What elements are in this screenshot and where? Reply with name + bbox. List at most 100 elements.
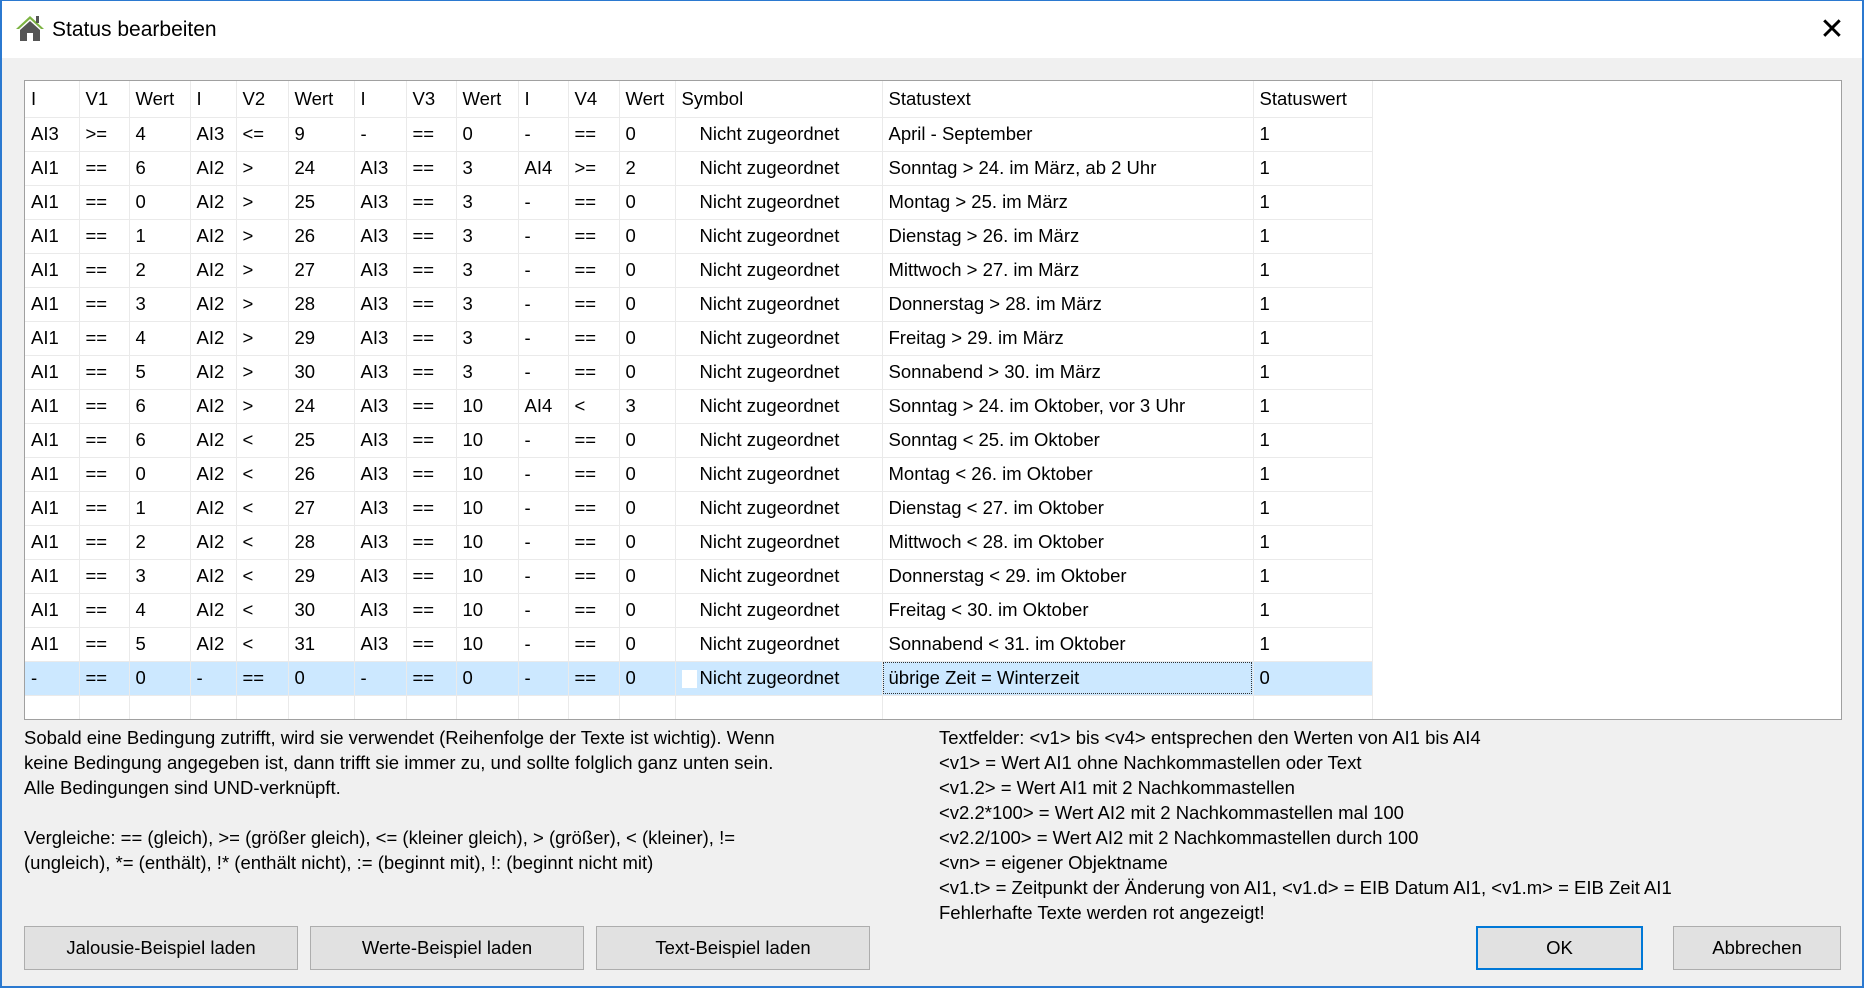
cell-input[interactable]: - xyxy=(518,661,569,696)
cell-input[interactable]: - xyxy=(190,661,237,696)
cell-operator[interactable]: < xyxy=(236,423,289,458)
cell-operator[interactable]: == xyxy=(406,355,457,390)
cell-symbol[interactable]: Nicht zugeordnet xyxy=(675,627,883,662)
cell-status-text[interactable]: Sonnabend < 31. im Oktober xyxy=(882,627,1254,662)
cell-status-text[interactable]: Sonnabend > 30. im März xyxy=(882,355,1254,390)
cell-value[interactable]: 30 xyxy=(288,355,355,390)
cell-input[interactable]: AI1 xyxy=(25,627,80,662)
cell-status-text[interactable]: Montag < 26. im Oktober xyxy=(882,457,1254,492)
cell-input[interactable]: - xyxy=(518,355,569,390)
cell-operator[interactable]: > xyxy=(236,321,289,356)
cell-value[interactable]: 10 xyxy=(456,457,519,492)
cell-value[interactable]: 28 xyxy=(288,287,355,322)
cell-operator[interactable]: == xyxy=(79,219,130,254)
cell-value[interactable]: 26 xyxy=(288,219,355,254)
cell-value[interactable]: 31 xyxy=(288,627,355,662)
cell-operator[interactable]: == xyxy=(79,355,130,390)
cell-operator[interactable]: > xyxy=(236,151,289,186)
cell-value[interactable]: 3 xyxy=(619,389,676,424)
cell-value[interactable]: 3 xyxy=(456,287,519,322)
empty-cell[interactable] xyxy=(236,695,289,719)
cell-input[interactable]: AI3 xyxy=(354,219,407,254)
cell-value[interactable]: 0 xyxy=(288,661,355,696)
cell-value[interactable]: 0 xyxy=(619,627,676,662)
column-header-operator[interactable]: V2 xyxy=(236,81,289,118)
empty-cell[interactable] xyxy=(25,695,80,719)
cell-operator[interactable]: == xyxy=(568,423,620,458)
cell-value[interactable]: 3 xyxy=(456,151,519,186)
cell-value[interactable]: 0 xyxy=(619,559,676,594)
cell-input[interactable]: AI2 xyxy=(190,355,237,390)
cell-operator[interactable]: < xyxy=(236,491,289,526)
cell-status-text[interactable]: Sonntag > 24. im Oktober, vor 3 Uhr xyxy=(882,389,1254,424)
cell-operator[interactable]: == xyxy=(568,627,620,662)
cell-value[interactable]: 0 xyxy=(619,525,676,560)
cell-input[interactable]: - xyxy=(518,253,569,288)
cell-operator[interactable]: == xyxy=(406,627,457,662)
cell-input[interactable]: AI2 xyxy=(190,287,237,322)
cell-input[interactable]: AI1 xyxy=(25,253,80,288)
cell-value[interactable]: 1 xyxy=(129,219,191,254)
cell-input[interactable]: AI2 xyxy=(190,593,237,628)
cell-operator[interactable]: == xyxy=(406,559,457,594)
cell-operator[interactable]: == xyxy=(79,661,130,696)
close-button[interactable]: ✕ xyxy=(1802,1,1862,58)
cell-symbol[interactable]: Nicht zugeordnet xyxy=(675,253,883,288)
cell-input[interactable]: AI3 xyxy=(354,491,407,526)
cell-value[interactable]: 0 xyxy=(619,219,676,254)
table-row[interactable]: AI1 == 3 AI2 >28 AI3 == 3- == 0 Nicht zugeordnet Do… xyxy=(25,287,1373,322)
cell-input[interactable]: - xyxy=(354,117,407,152)
cell-operator[interactable]: == xyxy=(568,457,620,492)
column-header-status-value[interactable]: Statuswert xyxy=(1253,81,1373,118)
cell-operator[interactable]: == xyxy=(79,185,130,220)
load-values-example-button[interactable]: Werte-Beispiel laden xyxy=(310,926,584,970)
column-header-input[interactable]: I xyxy=(518,81,569,118)
cell-value[interactable]: 2 xyxy=(129,525,191,560)
table-row[interactable]: AI1 == 2 AI2 >27 AI3 == 3- == 0 Nicht zugeordnet Mi… xyxy=(25,253,1373,288)
cell-operator[interactable]: == xyxy=(79,389,130,424)
cell-input[interactable]: - xyxy=(518,321,569,356)
cell-input[interactable]: AI3 xyxy=(354,457,407,492)
cell-value[interactable]: 25 xyxy=(288,423,355,458)
cell-operator[interactable]: == xyxy=(568,593,620,628)
cell-operator[interactable]: == xyxy=(79,321,130,356)
cell-status-value[interactable]: 1 xyxy=(1253,117,1373,152)
column-header-operator[interactable]: V1 xyxy=(79,81,130,118)
cell-input[interactable]: AI1 xyxy=(25,151,80,186)
cell-value[interactable]: 0 xyxy=(619,355,676,390)
cell-operator[interactable]: >= xyxy=(568,151,620,186)
cell-input[interactable]: AI1 xyxy=(25,185,80,220)
cell-input[interactable]: AI2 xyxy=(190,423,237,458)
cell-input[interactable]: AI3 xyxy=(354,253,407,288)
table-row[interactable]: AI1 == 6 AI2 >24 AI3 == 3 AI4 >= 2 Nicht zugeordnet… xyxy=(25,151,1373,186)
cell-value[interactable]: 27 xyxy=(288,253,355,288)
cell-operator[interactable]: <= xyxy=(236,117,289,152)
cell-operator[interactable]: < xyxy=(236,457,289,492)
cell-input[interactable]: AI4 xyxy=(518,389,569,424)
cell-status-value[interactable]: 1 xyxy=(1253,389,1373,424)
cell-value[interactable]: 3 xyxy=(456,219,519,254)
cell-value[interactable]: 6 xyxy=(129,151,191,186)
cell-value[interactable]: 10 xyxy=(456,389,519,424)
cell-operator[interactable]: == xyxy=(568,321,620,356)
cell-operator[interactable]: == xyxy=(79,525,130,560)
cell-operator[interactable]: == xyxy=(236,661,289,696)
cell-operator[interactable]: == xyxy=(79,491,130,526)
cell-value[interactable]: 6 xyxy=(129,423,191,458)
cell-symbol[interactable]: Nicht zugeordnet xyxy=(675,389,883,424)
load-jalousie-example-button[interactable]: Jalousie-Beispiel laden xyxy=(24,926,298,970)
cell-status-text[interactable]: Donnerstag > 28. im März xyxy=(882,287,1254,322)
cell-operator[interactable]: == xyxy=(406,457,457,492)
empty-cell[interactable] xyxy=(288,695,355,719)
cell-operator[interactable]: == xyxy=(406,151,457,186)
cell-symbol[interactable]: Nicht zugeordnet xyxy=(675,525,883,560)
cell-operator[interactable]: > xyxy=(236,287,289,322)
cell-value[interactable]: 10 xyxy=(456,491,519,526)
cell-input[interactable]: AI3 xyxy=(354,389,407,424)
cell-value[interactable]: 3 xyxy=(456,253,519,288)
cell-status-text[interactable]: Freitag < 30. im Oktober xyxy=(882,593,1254,628)
cell-input[interactable]: AI4 xyxy=(518,151,569,186)
cell-symbol[interactable]: Nicht zugeordnet xyxy=(675,321,883,356)
cell-operator[interactable]: == xyxy=(568,355,620,390)
cell-operator[interactable]: == xyxy=(568,661,620,696)
